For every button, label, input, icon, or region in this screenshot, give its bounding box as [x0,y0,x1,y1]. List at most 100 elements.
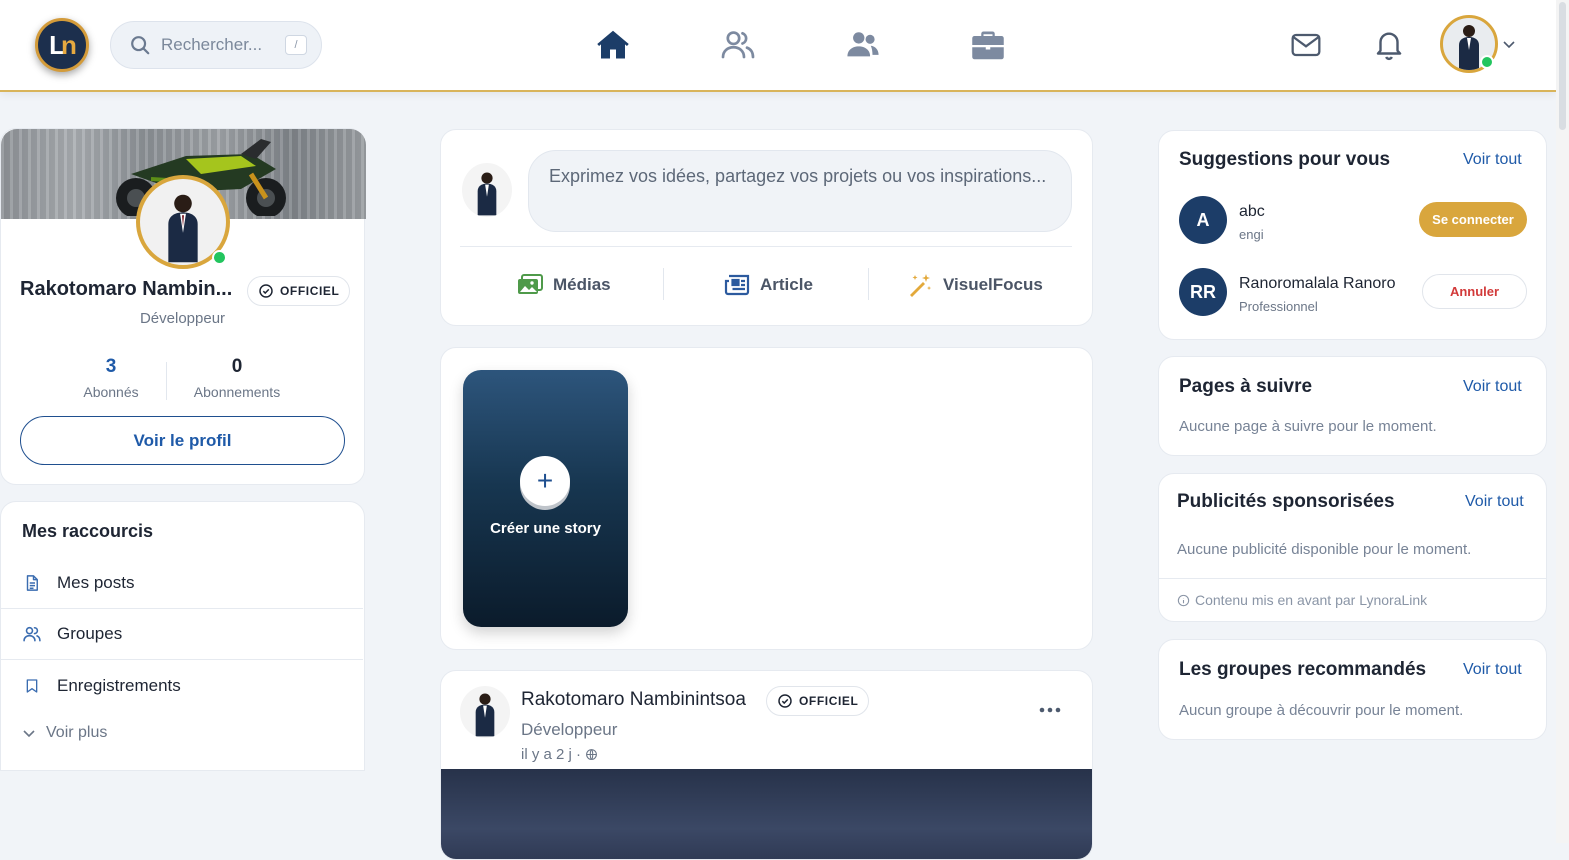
post-author-avatar[interactable] [460,686,510,738]
ads-title: Publicités sponsorisées [1177,491,1395,512]
shortcut-groups-label: Groupes [57,624,123,643]
post-media[interactable] [441,769,1092,859]
post-author-role: Développeur [521,720,618,739]
post-meta: il y a 2 j · [521,746,598,763]
shortcut-groups[interactable]: Groupes [0,609,363,660]
nav-jobs[interactable] [968,24,1008,66]
suggestions-see-all[interactable]: Voir tout [1463,151,1522,169]
composer-media-button[interactable]: Médias [517,268,611,302]
shortcuts-title: Mes raccourcis [22,521,154,541]
pages-empty-message: Aucune page à suivre pour le moment. [1179,418,1437,435]
messages-button[interactable] [1286,24,1326,66]
notifications-button[interactable] [1369,24,1409,66]
globe-icon [586,749,597,760]
post-author-name[interactable]: Rakotomaro Nambinintsoa [521,689,746,711]
see-more-label: Voir plus [46,724,108,741]
profile-name[interactable]: Rakotomaro Nambin... [20,278,232,301]
home-icon [597,30,629,59]
page-scrollbar[interactable] [1556,0,1569,843]
action-separator [663,268,664,300]
groups-title: Les groupes recommandés [1179,659,1427,680]
verified-check-icon [259,284,273,298]
search-icon [131,36,150,55]
official-badge: OFFICIEL [247,276,351,306]
info-icon [1177,594,1190,606]
bookmark-icon [26,678,38,693]
recommended-groups-card [1158,639,1547,740]
article-label: Article [760,275,813,294]
pages-card [1158,356,1547,456]
official-badge-label: OFFICIEL [280,284,340,298]
shortcut-my-posts-label: Mes posts [57,573,135,592]
create-story-label: Créer une story [490,520,601,537]
mail-icon [1291,33,1321,57]
users-icon [23,626,41,642]
more-horizontal-icon [1039,707,1061,713]
top-navigation-bar: Ln / [0,0,1556,92]
image-icon [518,274,543,294]
ads-footer: Contenu mis en avant par LynoraLink [1177,592,1427,608]
media-label: Médias [553,275,611,294]
suggestion-subtitle: Professionnel [1239,299,1318,314]
post-official-badge: OFFICIEL [766,686,870,716]
suggestion-name[interactable]: Ranoromalala Ranoro [1239,275,1396,293]
verified-check-icon [778,694,792,708]
cancel-request-button[interactable]: Annuler [1422,274,1527,309]
suggestion-avatar[interactable]: A [1179,196,1227,244]
user-photo-icon [475,693,495,737]
composer-avatar [462,163,512,217]
stats-divider [166,362,167,400]
pages-see-all[interactable]: Voir tout [1463,378,1522,396]
ads-empty-message: Aucune publicité disponible pour le mome… [1177,541,1472,558]
groups-see-all[interactable]: Voir tout [1463,661,1522,679]
magic-wand-icon [910,274,932,297]
search-bar[interactable]: / [110,21,322,69]
composer-article-button[interactable]: Article [724,268,813,302]
shortcut-saved[interactable]: Enregistrements [0,660,363,711]
app-logo[interactable]: Ln [35,18,89,72]
post-official-label: OFFICIEL [799,694,859,708]
following-label: Abonnements [193,384,281,400]
scrollbar-thumb[interactable] [1559,2,1566,130]
ads-see-all[interactable]: Voir tout [1465,493,1524,511]
visuelfocus-label: VisuelFocus [943,275,1043,294]
chevron-down-icon[interactable] [1502,38,1516,50]
see-more-shortcuts[interactable]: Voir plus [22,724,107,742]
followers-stat[interactable]: 3 Abonnés [56,356,166,400]
users-outline-icon [721,31,755,59]
user-photo-icon [477,172,497,216]
search-input[interactable] [161,35,279,55]
composer-input[interactable]: Exprimez vos idées, partagez vos projets… [528,150,1072,232]
search-shortcut-hint: / [285,35,307,55]
nav-groups[interactable] [843,24,883,66]
composer-visuelfocus-button[interactable]: VisuelFocus [907,268,1043,302]
briefcase-icon [972,31,1004,60]
profile-online-dot [212,250,227,265]
add-story-button[interactable]: + [520,456,570,506]
post-options-button[interactable] [1034,698,1066,722]
followers-label: Abonnés [83,384,139,400]
suggestion-name[interactable]: abc [1239,203,1265,221]
followers-count: 3 [105,356,117,377]
groups-empty-message: Aucun groupe à découvrir pour le moment. [1179,702,1464,719]
nav-network[interactable] [718,24,758,66]
following-stat[interactable]: 0 Abonnements [176,356,298,400]
newspaper-icon [724,274,750,296]
view-profile-button[interactable]: Voir le profil [20,416,345,465]
suggestion-avatar[interactable]: RR [1179,268,1227,316]
ads-divider [1159,578,1546,579]
suggestions-title: Suggestions pour vous [1179,149,1391,170]
groups-icon [847,32,879,57]
suggestion-subtitle: engi [1239,227,1264,242]
chevron-down-icon [23,730,35,738]
following-count: 0 [231,356,243,377]
create-story-card[interactable]: + Créer une story [463,370,628,627]
nav-home[interactable] [593,24,633,66]
post-time: il y a 2 j · [521,746,582,763]
document-icon [26,575,38,591]
profile-photo-icon [168,194,198,263]
shortcut-my-posts[interactable]: Mes posts [0,558,363,609]
profile-role: Développeur [139,310,226,327]
connect-button[interactable]: Se connecter [1419,202,1527,237]
action-separator [868,268,869,300]
